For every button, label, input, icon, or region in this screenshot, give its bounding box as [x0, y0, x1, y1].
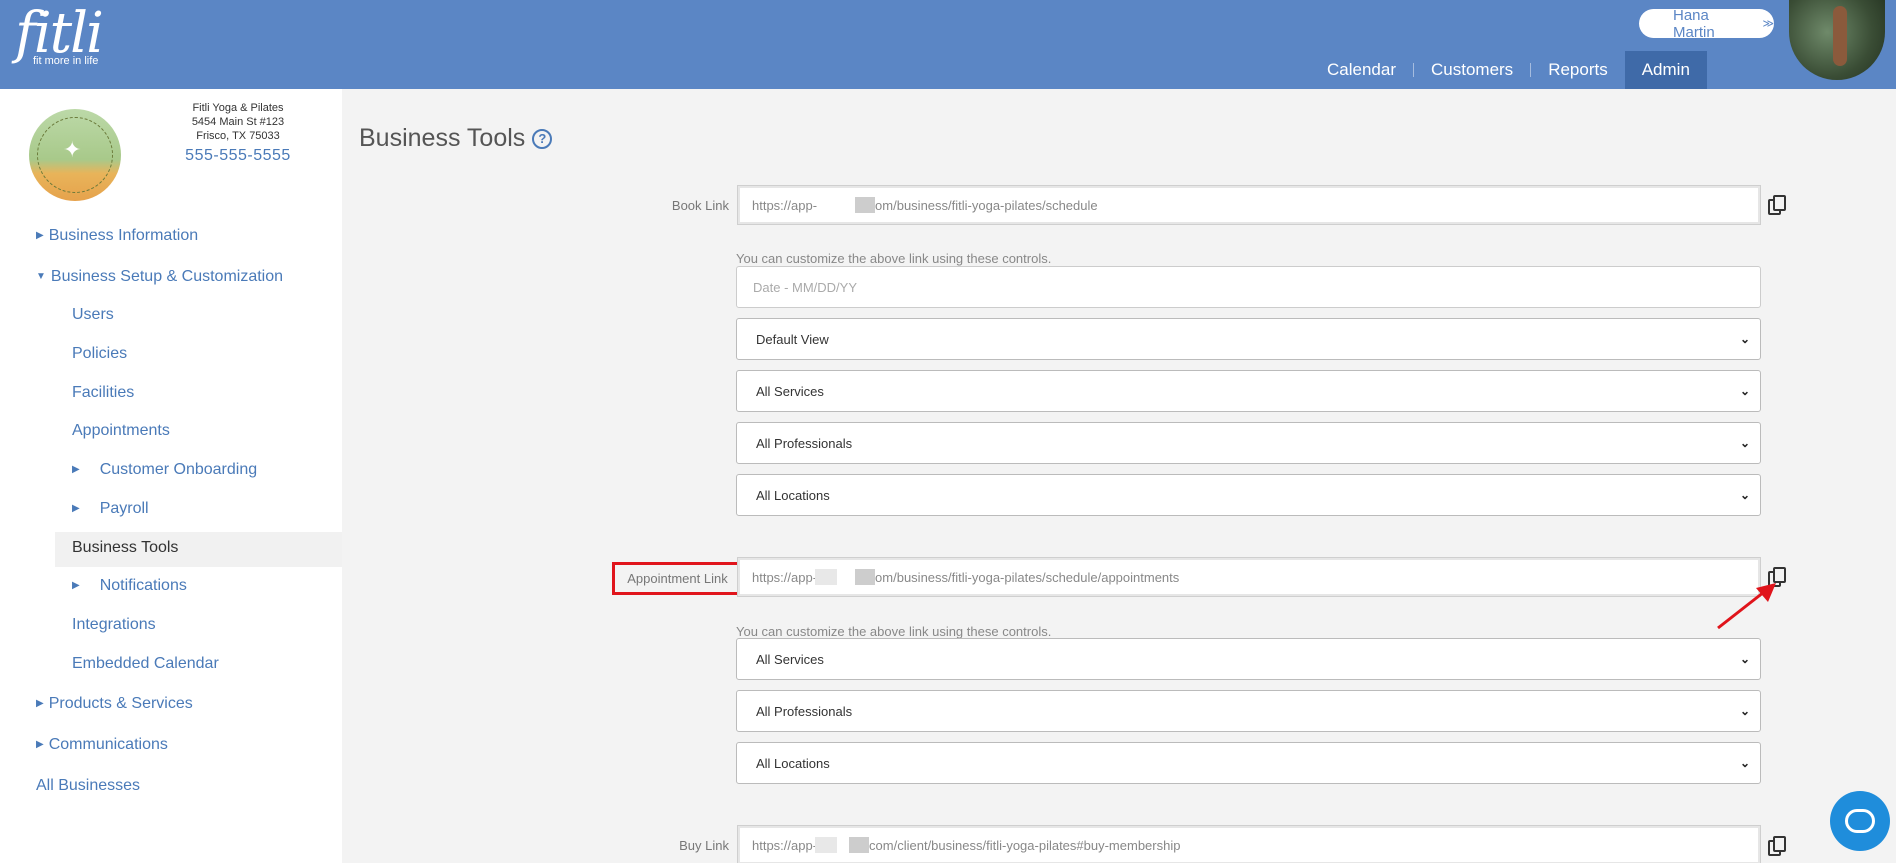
chevron-down-icon: ⌄: [1739, 332, 1750, 346]
sidebar-item-users[interactable]: Users: [72, 306, 114, 324]
chevron-down-icon: ⌄: [1739, 704, 1750, 718]
book-link-field[interactable]: https://app- om/business/fitli-yoga-pila…: [737, 185, 1761, 225]
nav-reports[interactable]: Reports: [1531, 51, 1625, 89]
redacted-block: [815, 569, 838, 585]
redacted-block: [849, 837, 870, 853]
appointment-link-url-suffix: om/business/fitli-yoga-pilates/schedule/…: [875, 569, 1180, 585]
business-info: Fitli Yoga & Pilates 5454 Main St #123 F…: [168, 101, 308, 164]
select-value: Default View: [756, 331, 829, 347]
sidebar-item-products-services[interactable]: ▶ Products & Services: [36, 695, 193, 713]
business-logo: ✦: [29, 109, 121, 201]
book-link-hint: You can customize the above link using t…: [736, 251, 1052, 266]
fitli-logo[interactable]: fitli fit more in life: [15, 5, 104, 68]
appointment-locations-select[interactable]: All Locations ⌄: [736, 742, 1761, 784]
copy-book-link-icon[interactable]: [1768, 195, 1786, 217]
caret-right-icon: ▶: [36, 230, 44, 241]
caret-right-icon: ▶: [72, 580, 80, 591]
buy-link-field[interactable]: https://app- com/client/business/fitli-y…: [737, 825, 1761, 863]
select-value: All Professionals: [756, 435, 853, 451]
chevron-down-icon: ⌄: [1739, 488, 1750, 502]
chevron-down-icon: ⌄: [1739, 756, 1750, 770]
buy-link-label: Buy Link: [679, 838, 729, 853]
sidebar-item-notifications[interactable]: ▶ Notifications: [72, 577, 187, 595]
sidebar-item-business-tools[interactable]: Business Tools: [72, 539, 178, 557]
business-address-1: 5454 Main St #123: [191, 116, 285, 128]
book-link-url-prefix: https://app-: [752, 197, 818, 213]
avatar[interactable]: [1789, 0, 1885, 80]
select-value: All Locations: [756, 487, 830, 503]
book-professionals-select[interactable]: All Professionals ⌄: [736, 422, 1761, 464]
yoga-figure-icon: ✦: [63, 137, 82, 162]
page-title-text: Business Tools: [359, 124, 526, 152]
page-title: Business Tools ?: [359, 124, 553, 153]
sidebar-item-facilities[interactable]: Facilities: [72, 384, 134, 402]
date-field[interactable]: Date - MM/DD/YY: [736, 266, 1761, 308]
sidebar-item-label: Business Setup & Customization: [50, 268, 284, 285]
sidebar-item-customer-onboarding[interactable]: ▶ Customer Onboarding: [72, 461, 257, 479]
sidebar-item-label: Communications: [48, 736, 168, 753]
chevron-down-icon: ⌄: [1739, 384, 1750, 398]
select-value: All Services: [756, 651, 824, 667]
business-phone[interactable]: 555-555-5555: [168, 148, 308, 164]
red-arrow-annotation: [1717, 583, 1776, 630]
caret-right-icon: ▶: [72, 503, 80, 514]
user-menu-button[interactable]: Hana Martin ≫: [1639, 6, 1774, 41]
business-address-2: Frisco, TX 75033: [196, 130, 280, 142]
sidebar-item-label: Products & Services: [48, 695, 193, 712]
appointment-link-url-prefix: https://app-: [752, 569, 818, 585]
book-link-label: Book Link: [671, 198, 729, 213]
buy-link-url-suffix: com/client/business/fitli-yoga-pilates#b…: [869, 837, 1181, 853]
sidebar-item-integrations[interactable]: Integrations: [72, 616, 156, 634]
top-header: fitli fit more in life Hana Martin ≫ Cal…: [0, 0, 1896, 89]
book-services-select[interactable]: All Services ⌄: [736, 370, 1761, 412]
redacted-block: [855, 197, 876, 213]
select-value: All Professionals: [756, 703, 853, 719]
appointment-services-select[interactable]: All Services ⌄: [736, 638, 1761, 680]
copy-buy-link-icon[interactable]: [1768, 836, 1786, 858]
sidebar-item-embedded-calendar[interactable]: Embedded Calendar: [72, 655, 219, 673]
sidebar-item-all-businesses[interactable]: All Businesses: [36, 777, 140, 795]
main-nav: Calendar Customers Reports Admin: [1310, 51, 1707, 89]
chevron-down-icon: ⌄: [1739, 652, 1750, 666]
caret-down-icon: ▼: [36, 271, 46, 282]
help-icon[interactable]: ?: [532, 128, 553, 149]
select-value: All Services: [756, 383, 824, 399]
nav-admin[interactable]: Admin: [1624, 51, 1707, 89]
default-view-select[interactable]: Default View ⌄: [736, 318, 1761, 360]
sidebar-item-policies[interactable]: Policies: [72, 345, 127, 363]
sidebar-item-payroll[interactable]: ▶ Payroll: [72, 500, 149, 518]
sidebar-item-label: Customer Onboarding: [99, 461, 258, 478]
sidebar-item-label: Payroll: [99, 500, 149, 517]
logo-tagline: fit more in life: [33, 55, 99, 67]
chat-icon[interactable]: [1830, 791, 1890, 851]
buy-link-url-prefix: https://app-: [752, 837, 818, 853]
caret-right-icon: ▶: [36, 739, 44, 750]
appointment-link-label: Appointment Link: [627, 571, 728, 586]
chevron-down-icon: ⌄: [1739, 436, 1750, 450]
sidebar-item-communications[interactable]: ▶ Communications: [36, 736, 168, 754]
sidebar-item-appointments[interactable]: Appointments: [72, 422, 170, 440]
appointment-link-field[interactable]: https://app- om/business/fitli-yoga-pila…: [737, 557, 1761, 597]
user-name: Hana Martin: [1673, 6, 1715, 41]
sidebar-item-label: Business Information: [48, 227, 199, 244]
business-name: Fitli Yoga & Pilates: [192, 102, 284, 114]
book-link-url-suffix: om/business/fitli-yoga-pilates/schedule: [875, 197, 1098, 213]
appointment-link-hint: You can customize the above link using t…: [736, 624, 1052, 639]
select-value: All Locations: [756, 755, 830, 771]
caret-right-icon: ▶: [72, 464, 80, 475]
chevron-down-icon: ≫: [1762, 18, 1774, 30]
redacted-block: [815, 837, 838, 853]
sidebar-item-business-information[interactable]: ▶ Business Information: [36, 227, 198, 245]
nav-calendar[interactable]: Calendar: [1310, 51, 1413, 89]
book-locations-select[interactable]: All Locations ⌄: [736, 474, 1761, 516]
appointment-professionals-select[interactable]: All Professionals ⌄: [736, 690, 1761, 732]
admin-sidebar: ✦ Fitli Yoga & Pilates 5454 Main St #123…: [0, 89, 342, 863]
sidebar-item-business-setup[interactable]: ▼ Business Setup & Customization: [36, 268, 283, 286]
sidebar-item-label: Notifications: [99, 577, 187, 594]
caret-right-icon: ▶: [36, 698, 44, 709]
nav-customers[interactable]: Customers: [1414, 51, 1530, 89]
redacted-block: [855, 569, 876, 585]
